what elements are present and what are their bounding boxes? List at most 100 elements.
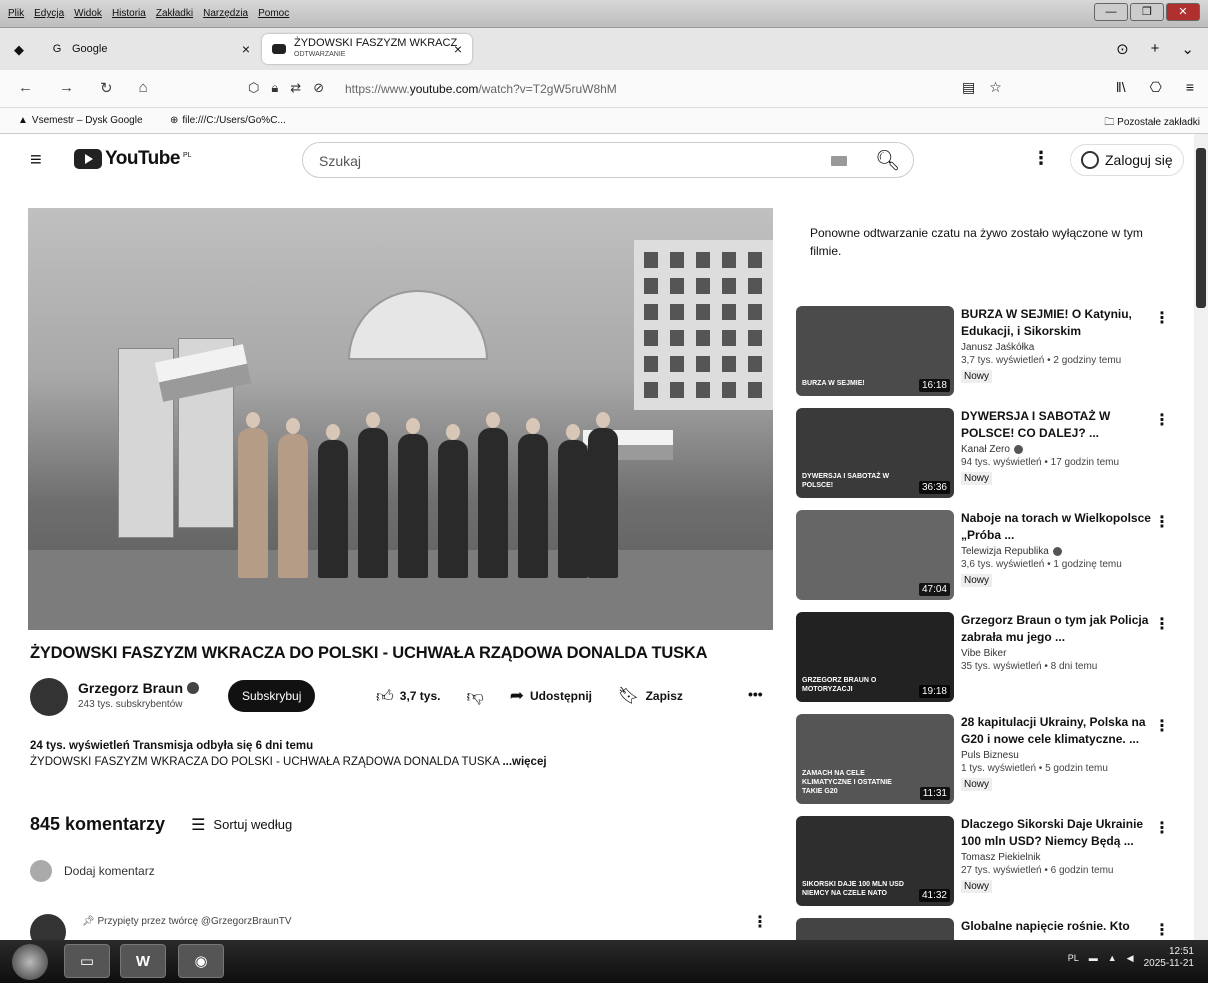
bookmark-file[interactable]: ⊕ file:///C:/Users/Go%C... xyxy=(170,115,286,126)
extensions-icon[interactable]: ⎔ xyxy=(1150,79,1162,96)
video-thumbnail[interactable]: ZAMACH NA CELE KLIMATYCZNE I OSTATNIE TA… xyxy=(796,714,954,804)
permissions-icon[interactable]: ⇄ xyxy=(290,80,301,96)
channel-name[interactable]: Grzegorz Braun xyxy=(78,680,200,696)
video-thumbnail[interactable]: SIKORSKI DAJE 100 MLN USD NIEMCY NA CZEL… xyxy=(796,816,954,906)
menu-item[interactable]: Pomoc xyxy=(258,8,289,19)
explorer-taskbar-button[interactable]: ▭ xyxy=(64,944,110,978)
channel-name[interactable]: Telewizja Republika xyxy=(961,546,1049,557)
comment-kebab-icon[interactable]: ⋮ xyxy=(752,912,768,932)
forward-icon[interactable]: → xyxy=(59,79,74,97)
video-thumbnail[interactable]: BURZA W SEJMIE! 16:18 xyxy=(796,306,954,396)
tab-google[interactable]: G Google × xyxy=(40,34,260,64)
close-tab-icon[interactable]: × xyxy=(454,41,462,57)
recommended-video[interactable]: GRZEGORZ BRAUN O MOTORYZACJI 19:18 Grzegor… xyxy=(796,612,1182,714)
back-icon[interactable]: ← xyxy=(18,79,33,97)
no-tracking-icon[interactable]: ⊘ xyxy=(313,80,324,96)
video-kebab-icon[interactable]: ⋮ xyxy=(1154,410,1170,430)
description-box[interactable]: 24 tys. wyświetleń Transmisja odbyła się… xyxy=(30,740,547,768)
channel-avatar[interactable] xyxy=(30,678,68,716)
channel-name[interactable]: Puls Biznesu xyxy=(961,750,1019,761)
like-button[interactable]: 👍︎ 3,7 tys. xyxy=(370,680,446,712)
clock[interactable]: 12:51 2025-11-21 xyxy=(1144,946,1194,970)
hamburger-menu-icon[interactable]: ≡ xyxy=(30,149,42,172)
menu-item[interactable]: Zakładki xyxy=(156,8,193,19)
maximize-button[interactable]: ❐ xyxy=(1130,3,1164,21)
keyboard-icon[interactable] xyxy=(831,156,847,166)
channel-name[interactable]: Tomasz Piekielnik xyxy=(961,852,1040,863)
video-kebab-icon[interactable]: ⋮ xyxy=(1154,920,1170,940)
shield-icon[interactable]: ⬡ xyxy=(248,80,259,96)
other-bookmarks[interactable]: 🗀︎ Pozostałe zakładki xyxy=(1104,115,1200,132)
menu-item[interactable]: Plik xyxy=(8,8,24,19)
dislike-button[interactable]: 👎︎ xyxy=(460,680,489,712)
video-thumbnail[interactable]: GRZEGORZ BRAUN O MOTORYZACJI 19:18 xyxy=(796,612,954,702)
bookmark-drive[interactable]: ▲ Vsemestr – Dysk Google xyxy=(18,115,143,126)
word-taskbar-button[interactable]: W xyxy=(120,944,166,978)
settings-kebab-icon[interactable]: ⋮ xyxy=(1032,148,1050,169)
account-icon[interactable]: ⊙ xyxy=(1116,40,1129,58)
tab-title: ŻYDOWSKI FASZYZM WKRACZ xyxy=(294,37,458,49)
more-actions-button[interactable]: ••• xyxy=(748,686,763,702)
recommended-video[interactable]: SIKORSKI DAJE 100 MLN USD NIEMCY NA CZEL… xyxy=(796,816,1182,918)
volume-icon[interactable]: ◀ xyxy=(1127,953,1134,964)
share-button[interactable]: ➦ Udostępnij xyxy=(504,680,598,712)
video-title[interactable]: DYWERSJA I SABOTAŻ W POLSCE! CO DALEJ? .… xyxy=(961,408,1157,442)
firefox-view-icon[interactable]: ◆ xyxy=(14,42,24,58)
recommended-video[interactable]: BURZA W SEJMIE! 16:18 BURZA W SEJMIE! O Ka… xyxy=(796,306,1182,408)
search-input[interactable]: Szukaj 🔍︎ xyxy=(302,142,914,178)
video-kebab-icon[interactable]: ⋮ xyxy=(1154,716,1170,736)
video-duration: 16:18 xyxy=(918,379,950,392)
show-hidden-icons[interactable]: ▲ xyxy=(1108,953,1117,963)
library-icon[interactable]: ‖\ xyxy=(1116,79,1126,96)
menu-item[interactable]: Historia xyxy=(112,8,146,19)
bookmark-star-icon[interactable]: ☆ xyxy=(989,79,1002,96)
video-kebab-icon[interactable]: ⋮ xyxy=(1154,512,1170,532)
tab-youtube-video[interactable]: ŻYDOWSKI FASZYZM WKRACZ ODTWARZANIE × xyxy=(262,34,472,64)
home-icon[interactable]: ⌂ xyxy=(139,79,148,97)
recommended-video[interactable]: DYWERSJA I SABOTAŻ W POLSCE! 36:36 DYWERSJ… xyxy=(796,408,1182,510)
menu-item[interactable]: Widok xyxy=(74,8,102,19)
recommended-video[interactable]: ZAMACH NA CELE KLIMATYCZNE I OSTATNIE TA… xyxy=(796,714,1182,816)
keyboard-tray-icon[interactable]: ▬ xyxy=(1089,953,1098,963)
sign-in-button[interactable]: Zaloguj się xyxy=(1070,144,1184,176)
video-kebab-icon[interactable]: ⋮ xyxy=(1154,308,1170,328)
youtube-logo[interactable]: YouTube PL xyxy=(74,148,192,170)
language-indicator[interactable]: PL xyxy=(1068,953,1079,963)
video-title[interactable]: Grzegorz Braun o tym jak Policja zabrała… xyxy=(961,612,1157,646)
firefox-taskbar-button[interactable]: ◉ xyxy=(178,944,224,978)
search-icon[interactable]: 🔍︎ xyxy=(875,148,900,173)
menu-item[interactable]: Narzędzia xyxy=(203,8,248,19)
video-kebab-icon[interactable]: ⋮ xyxy=(1154,818,1170,838)
save-button[interactable]: 🔖︎ Zapisz xyxy=(612,680,689,712)
video-player[interactable] xyxy=(28,208,773,630)
new-tab-button[interactable]: + xyxy=(1151,40,1160,58)
menu-icon[interactable]: ≡ xyxy=(1186,79,1194,96)
video-kebab-icon[interactable]: ⋮ xyxy=(1154,614,1170,634)
list-tabs-icon[interactable]: ⌄ xyxy=(1181,40,1194,58)
minimize-button[interactable]: — xyxy=(1094,3,1128,21)
channel-name[interactable]: Vibe Biker xyxy=(961,648,1006,659)
video-thumbnail[interactable]: DYWERSJA I SABOTAŻ W POLSCE! 36:36 xyxy=(796,408,954,498)
channel-name[interactable]: Kanał Zero xyxy=(961,444,1010,455)
recommended-video[interactable]: 47:04 Naboje na torach w Wielkopolsce „Pr… xyxy=(796,510,1182,612)
video-thumbnail[interactable]: 47:04 xyxy=(796,510,954,600)
add-comment-field[interactable]: Dodaj komentarz xyxy=(30,860,155,882)
video-title[interactable]: 28 kapitulacji Ukrainy, Polska na G20 i … xyxy=(961,714,1157,748)
lock-icon[interactable]: 🔒︎ xyxy=(271,80,278,96)
reader-view-icon[interactable]: ▤ xyxy=(962,79,975,96)
page-scrollbar[interactable] xyxy=(1194,134,1208,940)
channel-name[interactable]: Janusz Jaśkółka xyxy=(961,342,1034,353)
close-tab-icon[interactable]: × xyxy=(242,41,250,57)
show-more-link[interactable]: ...więcej xyxy=(502,756,546,768)
subscribe-button[interactable]: Subskrybuj xyxy=(228,680,316,712)
menu-item[interactable]: Edycja xyxy=(34,8,64,19)
video-title[interactable]: Globalne napięcie rośnie. Kto xyxy=(961,918,1157,935)
video-title[interactable]: BURZA W SEJMIE! O Katyniu, Edukacji, i S… xyxy=(961,306,1157,340)
close-window-button[interactable]: ✕ xyxy=(1166,3,1200,21)
url-bar[interactable]: https://www.youtube.com/watch?v=T2gW5ruW… xyxy=(345,82,617,96)
sort-button[interactable]: ☰ Sortuj według xyxy=(191,815,292,835)
start-button[interactable] xyxy=(12,944,48,980)
reload-icon[interactable]: ↻ xyxy=(100,79,113,97)
video-title[interactable]: Dlaczego Sikorski Daje Ukrainie 100 mln … xyxy=(961,816,1157,850)
video-title[interactable]: Naboje na torach w Wielkopolsce „Próba .… xyxy=(961,510,1157,544)
